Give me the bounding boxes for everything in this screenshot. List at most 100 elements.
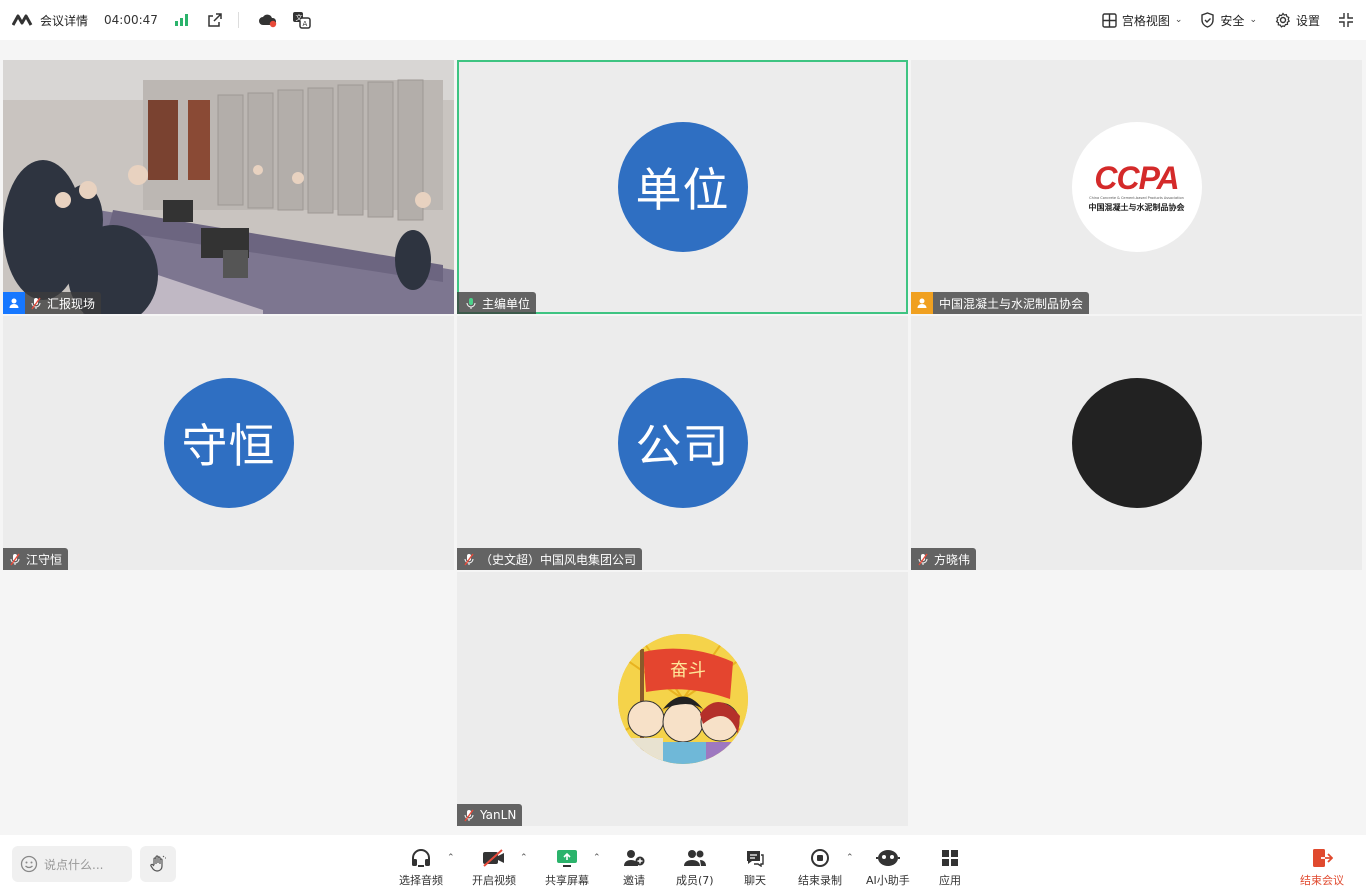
host-user-icon	[3, 292, 25, 314]
members-icon	[683, 847, 707, 869]
exit-fullscreen-icon	[1339, 13, 1353, 27]
apps-grid-icon	[940, 847, 960, 869]
participant-name: 方晓伟	[934, 552, 971, 567]
share-screen-button[interactable]: 共享屏幕	[545, 847, 589, 888]
gear-icon	[1275, 12, 1291, 28]
meeting-details-link[interactable]: 会议详情	[40, 12, 88, 29]
participant-tile-huibao[interactable]: 汇报现场	[3, 60, 454, 314]
participant-nametag: 主编单位	[457, 292, 537, 314]
apps-label: 应用	[939, 874, 961, 887]
signal-strength-icon[interactable]	[170, 9, 192, 31]
svg-text:A: A	[302, 20, 307, 28]
participant-tile-jiang[interactable]: 守恒 江守恒	[3, 316, 454, 570]
bottom-toolbar: 说点什么... 选择音频 ⌃ 开启视频 ⌃ 共享屏幕 ⌃ 邀请 成员(7) 聊天…	[0, 835, 1366, 895]
shield-icon	[1201, 12, 1215, 28]
mic-muted-icon	[7, 548, 23, 570]
participant-nametag: 中国混凝土与水泥制品协会	[911, 292, 1090, 314]
ccpa-logo-main: CCPA	[1094, 159, 1179, 196]
participant-name: 江守恒	[26, 552, 63, 567]
members-label: 成员(7)	[676, 874, 714, 887]
share-screen-label: 共享屏幕	[545, 874, 589, 887]
participant-tile-ccpa[interactable]: CCPA China Concrete & Cement-based Produ…	[911, 60, 1362, 314]
raise-hand-icon	[150, 855, 166, 872]
meeting-timer: 04:00:47	[104, 13, 158, 27]
share-options-chevron-icon[interactable]: ⌃	[593, 853, 601, 863]
participant-nametag: 汇报现场	[3, 292, 102, 314]
record-options-chevron-icon[interactable]: ⌃	[846, 853, 854, 863]
mic-speaking-icon	[463, 292, 479, 314]
mic-muted-icon	[461, 804, 477, 826]
avatar: 守恒	[163, 378, 294, 508]
stop-recording-label: 结束录制	[798, 874, 842, 887]
participant-nametag: （史文超）中国风电集团公司	[457, 548, 643, 570]
headset-icon	[410, 847, 432, 869]
participant-name: 主编单位	[482, 296, 531, 311]
apps-button[interactable]: 应用	[939, 847, 961, 888]
video-label: 开启视频	[472, 874, 516, 887]
participant-nametag: 方晓伟	[911, 548, 977, 570]
members-button[interactable]: 成员(7)	[676, 847, 714, 888]
top-bar: 会议详情 04:00:47 文A 宫格视图 ⌄ 安全 ⌄ 设置	[0, 0, 1366, 40]
chevron-down-icon: ⌄	[1249, 15, 1257, 25]
invite-button[interactable]: 邀请	[623, 847, 645, 888]
participant-name: 中国混凝土与水泥制品协会	[939, 296, 1084, 311]
participant-name: YanLN	[480, 808, 517, 822]
raise-hand-button[interactable]	[140, 846, 176, 882]
grid-view-label: 宫格视图	[1121, 13, 1170, 28]
stop-record-icon	[810, 847, 830, 869]
participant-nametag: 江守恒	[3, 548, 69, 570]
video-options-chevron-icon[interactable]: ⌃	[520, 853, 528, 863]
empty-tile	[911, 572, 1362, 826]
participant-tile-yanln[interactable]: 奋斗 YanLN	[457, 572, 908, 826]
translate-icon[interactable]: 文A	[291, 9, 313, 31]
security-button[interactable]: 安全 ⌄	[1200, 12, 1257, 29]
participant-tile-fang[interactable]: 方晓伟	[911, 316, 1362, 570]
cloud-record-icon[interactable]	[257, 9, 279, 31]
chat-button[interactable]: 聊天	[744, 847, 766, 888]
ai-assistant-label: AI小助手	[866, 874, 910, 887]
conference-room-video	[3, 60, 454, 314]
emoji-icon[interactable]	[20, 855, 38, 873]
exit-icon	[1311, 847, 1333, 869]
audio-label: 选择音频	[399, 874, 443, 887]
participant-tile-zhubian[interactable]: 单位 主编单位	[457, 60, 908, 314]
end-meeting-button[interactable]: 结束会议	[1300, 847, 1344, 888]
chat-bubble-icon	[745, 847, 765, 869]
svg-text:文: 文	[295, 13, 302, 22]
external-window-icon[interactable]	[204, 9, 226, 31]
mic-muted-icon	[461, 548, 477, 570]
avatar: 公司	[617, 378, 748, 508]
chat-placeholder: 说点什么...	[44, 857, 104, 872]
ccpa-logo: CCPA China Concrete & Cement-based Produ…	[1071, 122, 1202, 252]
mic-muted-icon	[915, 548, 931, 570]
ccpa-logo-chinese: 中国混凝土与水泥制品协会	[1088, 202, 1185, 212]
invite-label: 邀请	[623, 874, 645, 887]
minimize-button[interactable]	[1338, 12, 1354, 28]
chevron-down-icon: ⌄	[1174, 15, 1183, 25]
avatar-cartoon: 奋斗	[617, 634, 748, 764]
add-user-icon	[623, 847, 645, 869]
video-button[interactable]: 开启视频	[472, 847, 516, 888]
participant-name: （史文超）中国风电集团公司	[480, 552, 637, 567]
cohost-user-icon	[911, 292, 933, 314]
settings-label: 设置	[1295, 13, 1320, 28]
avatar: 单位	[617, 122, 748, 252]
participant-name: 汇报现场	[47, 296, 96, 311]
share-screen-icon	[556, 847, 578, 869]
banner-text: 奋斗	[670, 660, 706, 681]
quick-chat-input[interactable]: 说点什么...	[12, 846, 132, 882]
stop-recording-button[interactable]: 结束录制	[798, 847, 842, 888]
audio-options-chevron-icon[interactable]: ⌃	[447, 853, 455, 863]
settings-button[interactable]: 设置	[1275, 12, 1320, 29]
empty-tile	[3, 572, 454, 826]
participant-tile-shi[interactable]: 公司 （史文超）中国风电集团公司	[457, 316, 908, 570]
mic-muted-icon	[28, 292, 44, 314]
chat-label: 聊天	[744, 874, 766, 887]
ai-robot-icon	[875, 847, 900, 869]
ai-assistant-button[interactable]: AI小助手	[866, 847, 910, 888]
audio-button[interactable]: 选择音频	[399, 847, 443, 888]
grid-view-button[interactable]: 宫格视图 ⌄	[1102, 12, 1183, 29]
app-logo-icon	[12, 13, 34, 27]
video-grid: 汇报现场 单位 主编单位 CCPA China Concrete & Cemen…	[3, 60, 1364, 826]
ccpa-logo-english: China Concrete & Cement-based Products A…	[1089, 195, 1184, 200]
